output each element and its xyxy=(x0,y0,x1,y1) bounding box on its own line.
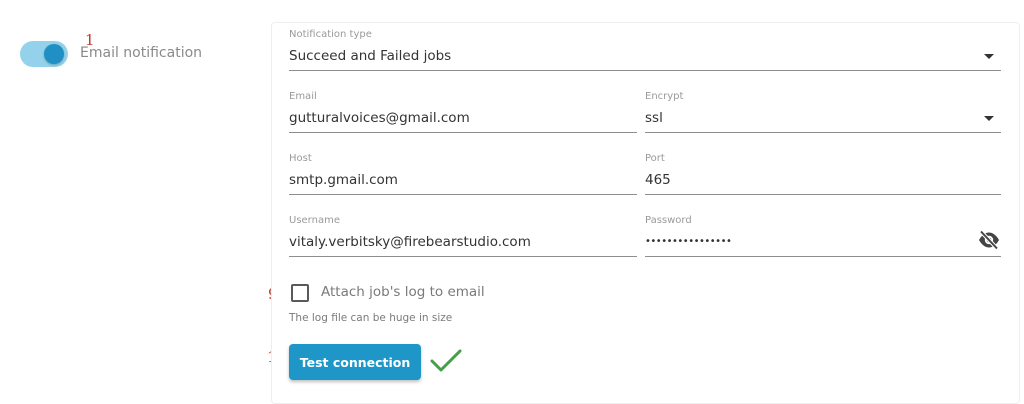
notification-type-select[interactable]: Notification type Succeed and Failed job… xyxy=(289,29,1001,71)
field-underline xyxy=(645,132,1001,133)
field-underline xyxy=(289,194,637,195)
email-label: Email xyxy=(289,91,317,102)
test-connection-button[interactable]: Test connection xyxy=(289,344,421,380)
email-notification-toggle[interactable] xyxy=(20,41,68,67)
field-underline xyxy=(289,256,637,257)
visibility-off-icon[interactable] xyxy=(977,230,1001,250)
password-field[interactable]: Password •••••••••••••••• xyxy=(645,215,1001,257)
attach-log-label: Attach job's log to email xyxy=(321,284,485,300)
field-underline xyxy=(645,194,1001,195)
host-value: smtp.gmail.com xyxy=(289,172,398,188)
field-underline xyxy=(289,70,1001,71)
email-notification-label: Email notification xyxy=(80,45,203,61)
username-label: Username xyxy=(289,215,340,226)
host-field[interactable]: Host smtp.gmail.com xyxy=(289,153,637,195)
check-icon xyxy=(430,349,462,372)
port-value: 465 xyxy=(645,172,671,188)
field-underline xyxy=(289,132,637,133)
encrypt-select[interactable]: Encrypt ssl xyxy=(645,91,1001,133)
attach-log-hint: The log file can be huge in size xyxy=(289,312,453,324)
username-field[interactable]: Username vitaly.verbitsky@firebearstudio… xyxy=(289,215,637,257)
password-value: •••••••••••••••• xyxy=(645,236,732,247)
port-field[interactable]: Port 465 xyxy=(645,153,1001,195)
dropdown-arrow-icon xyxy=(984,116,994,121)
encrypt-value: ssl xyxy=(645,110,663,126)
attach-log-checkbox[interactable] xyxy=(291,284,309,302)
port-label: Port xyxy=(645,153,665,164)
notification-type-value: Succeed and Failed jobs xyxy=(289,48,452,64)
email-field[interactable]: Email gutturalvoices@gmail.com xyxy=(289,91,637,133)
notification-type-label: Notification type xyxy=(289,29,372,40)
encrypt-label: Encrypt xyxy=(645,91,684,102)
email-value: gutturalvoices@gmail.com xyxy=(289,110,470,126)
password-label: Password xyxy=(645,215,692,226)
toggle-knob xyxy=(44,44,64,64)
field-underline xyxy=(645,256,1001,257)
dropdown-arrow-icon xyxy=(984,54,994,59)
host-label: Host xyxy=(289,153,312,164)
username-value: vitaly.verbitsky@firebearstudio.com xyxy=(289,234,531,250)
